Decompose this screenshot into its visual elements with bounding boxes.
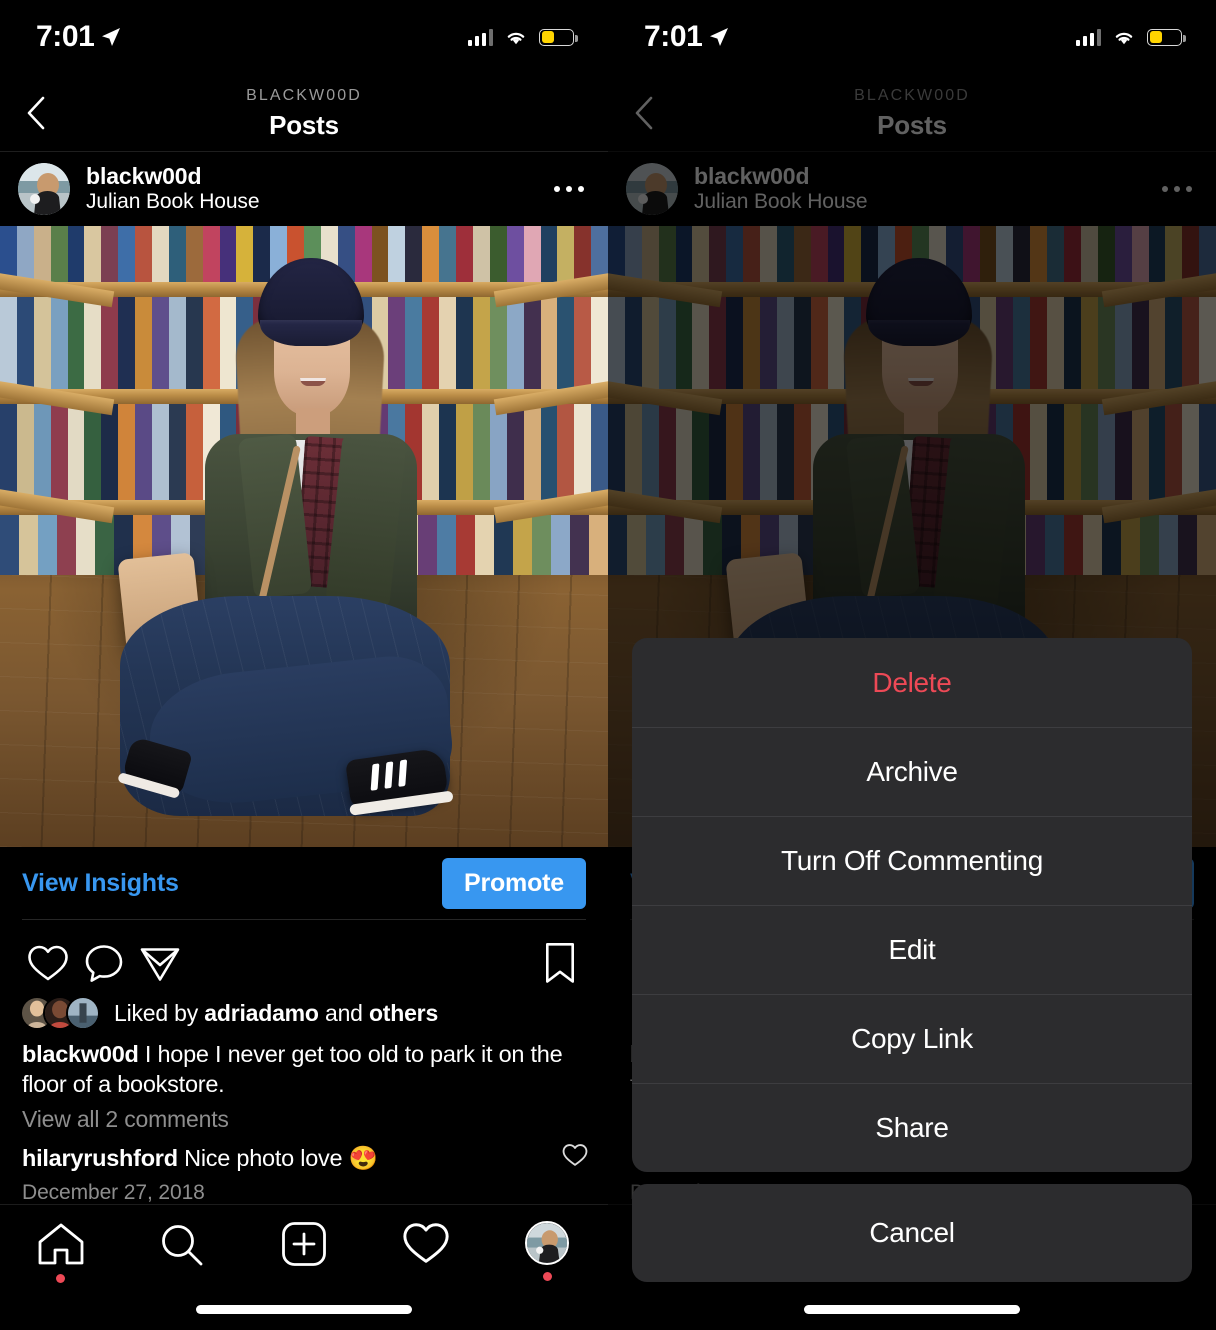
action-archive[interactable]: Archive	[632, 727, 1192, 816]
tab-search[interactable]	[122, 1221, 244, 1269]
cellular-bars-icon	[1075, 28, 1101, 46]
post-location[interactable]: Julian Book House	[86, 190, 260, 215]
comment-bubble-icon	[85, 945, 123, 982]
post-options-action-sheet: Delete Archive Turn Off Commenting Edit …	[632, 638, 1192, 1282]
comment-username[interactable]: hilaryrushford	[22, 1145, 178, 1171]
post-caption: blackw00d I hope I never get too old to …	[22, 1040, 588, 1099]
status-bar-left: 7:01	[644, 22, 729, 52]
comment-button[interactable]	[76, 935, 132, 991]
plus-square-icon	[282, 1222, 326, 1266]
paper-plane-icon	[140, 948, 180, 981]
nav-subtitle: BLACKW00D	[246, 86, 362, 104]
navigation-bar: BLACKW00D Posts	[0, 74, 608, 152]
comment-like-button[interactable]	[562, 1143, 588, 1173]
home-icon	[38, 1223, 84, 1265]
action-cancel[interactable]: Cancel	[632, 1184, 1192, 1282]
liker-avatars	[20, 996, 100, 1030]
tab-activity[interactable]	[365, 1221, 487, 1265]
status-bar: 7:01	[608, 0, 1216, 74]
home-indicator[interactable]	[804, 1305, 1020, 1314]
post-header-meta: blackw00d Julian Book House	[86, 163, 260, 215]
post-photo[interactable]	[0, 226, 608, 847]
tab-profile[interactable]	[486, 1221, 608, 1281]
liker-avatar-3	[66, 996, 100, 1030]
comment-text: Nice photo love	[177, 1145, 349, 1171]
liked-by-others[interactable]: others	[369, 1000, 438, 1026]
cellular-bars-icon	[467, 28, 493, 46]
tab-home[interactable]	[0, 1221, 122, 1283]
action-sheet-group: Delete Archive Turn Off Commenting Edit …	[632, 638, 1192, 1172]
screen-post-detail: 7:01 BLACKW00D Posts blackw00d Julian Bo…	[0, 0, 608, 1330]
action-delete[interactable]: Delete	[632, 638, 1192, 727]
page-title: Posts	[269, 109, 339, 140]
battery-low-power-icon	[1147, 28, 1186, 46]
profile-avatar-icon	[525, 1221, 570, 1265]
insights-row: View Insights Promote	[0, 847, 608, 919]
share-button[interactable]	[132, 935, 188, 991]
home-badge	[56, 1274, 66, 1283]
promote-button[interactable]: Promote	[441, 857, 586, 909]
liked-by-middle: and	[318, 999, 369, 1026]
action-copy-link[interactable]: Copy Link	[632, 994, 1192, 1083]
nav-title-block: BLACKW00D Posts	[0, 86, 608, 140]
more-options-icon[interactable]	[548, 172, 591, 207]
save-button[interactable]	[532, 935, 588, 991]
like-button[interactable]	[20, 935, 76, 991]
status-bar-time: 7:01	[36, 20, 95, 53]
status-bar-right	[1075, 28, 1186, 46]
heart-icon	[402, 1223, 449, 1263]
post-username[interactable]: blackw00d	[86, 163, 259, 190]
heart-icon	[28, 945, 68, 981]
heart-outline-icon	[562, 1144, 588, 1166]
post-action-icons	[0, 930, 608, 996]
post-date: December 27, 2018	[22, 1181, 205, 1204]
status-bar-right	[467, 28, 578, 46]
home-indicator[interactable]	[196, 1305, 412, 1314]
dual-screenshot-container: 7:01 BLACKW00D Posts blackw00d Julian Bo…	[0, 0, 1216, 1330]
comment-body: hilaryrushford Nice photo love 😍	[22, 1144, 378, 1172]
liked-by-prefix: Liked by	[114, 999, 205, 1026]
comment-emoji: 😍	[348, 1145, 378, 1171]
liked-by-text: Liked by adriadamo and others	[114, 1000, 438, 1027]
status-bar-left: 7:01	[36, 22, 121, 52]
wifi-icon	[507, 32, 525, 45]
post-header: blackw00d Julian Book House	[0, 152, 608, 226]
view-insights-link[interactable]: View Insights	[22, 869, 179, 898]
bookmark-icon	[546, 943, 574, 983]
comment-row: hilaryrushford Nice photo love 😍	[22, 1143, 588, 1173]
person-in-photo	[0, 226, 608, 847]
action-share[interactable]: Share	[632, 1083, 1192, 1172]
location-arrow-icon	[102, 28, 121, 46]
battery-low-power-icon	[539, 28, 578, 46]
status-bar: 7:01	[0, 0, 608, 74]
location-arrow-icon	[710, 28, 729, 46]
tab-create[interactable]	[243, 1221, 365, 1267]
search-icon	[162, 1225, 203, 1266]
screen-post-options-sheet: 7:01 BLACKW0	[608, 0, 1216, 1330]
caption-username[interactable]: blackw00d	[22, 1041, 139, 1067]
view-all-comments-link[interactable]: View all 2 comments	[22, 1106, 229, 1133]
action-edit[interactable]: Edit	[632, 905, 1192, 994]
divider	[22, 919, 586, 920]
wifi-icon	[1115, 32, 1133, 45]
action-turn-off-commenting[interactable]: Turn Off Commenting	[632, 816, 1192, 905]
liked-by-row[interactable]: Liked by adriadamo and others	[20, 996, 590, 1030]
status-bar-time: 7:01	[644, 20, 703, 53]
profile-badge	[542, 1272, 552, 1281]
avatar[interactable]	[18, 163, 70, 215]
liked-by-username[interactable]: adriadamo	[204, 1000, 319, 1026]
